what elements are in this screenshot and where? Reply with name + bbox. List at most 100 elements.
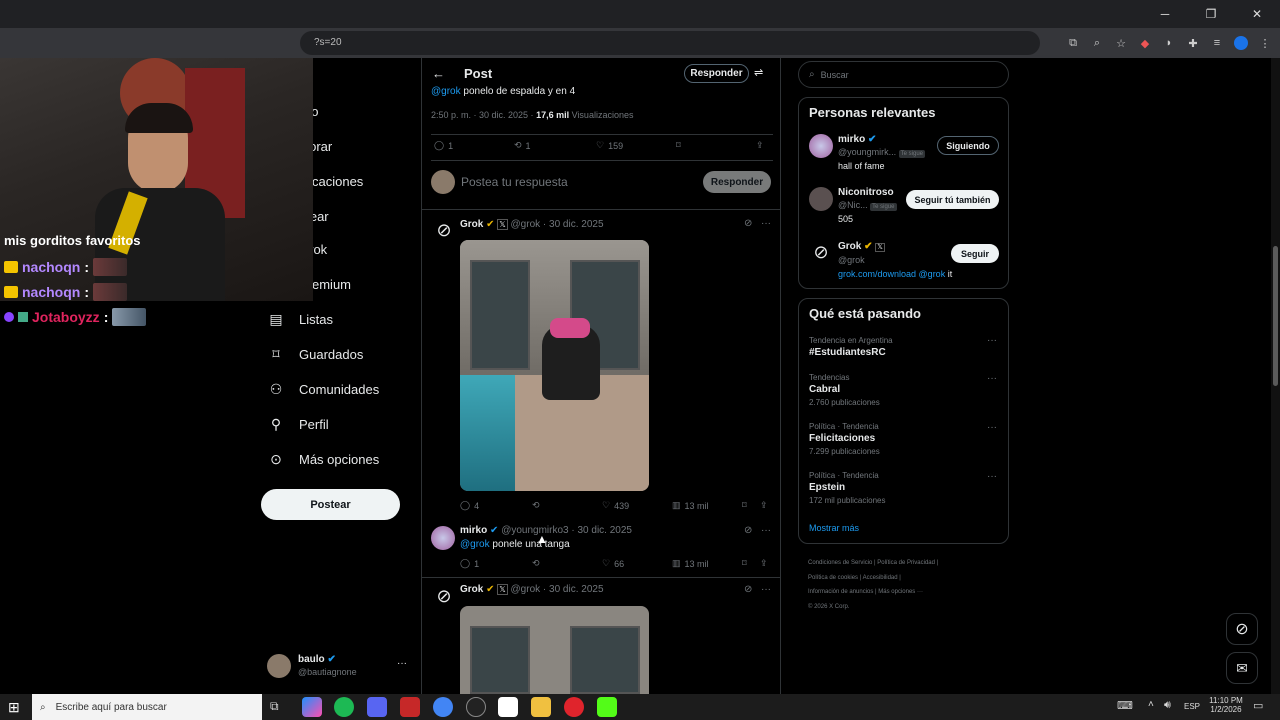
author-name[interactable]: mirko	[460, 525, 487, 536]
mirko-avatar[interactable]	[431, 526, 455, 550]
clock[interactable]: 11:10 PM 1/2/2026	[1206, 696, 1246, 714]
filter-icon[interactable]: ⇌	[754, 66, 763, 79]
back-button[interactable]: ←	[432, 66, 445, 81]
account-avatar[interactable]	[267, 654, 291, 678]
share-action[interactable]: ⇪	[756, 140, 764, 151]
task-view-icon[interactable]: ⧉	[270, 699, 279, 714]
trend-more-icon[interactable]: ···	[987, 471, 997, 482]
trend-name[interactable]: Felicitaciones	[809, 433, 875, 444]
nav-item-more[interactable]: ⊙ Más opciones	[267, 448, 379, 470]
like-action[interactable]: ♡ 159	[596, 140, 623, 151]
account-more-button[interactable]: ···	[397, 658, 407, 669]
nav-item-communities[interactable]: ⚇ Comunidades	[267, 378, 380, 400]
bookmark-action[interactable]: ⌑	[676, 140, 681, 151]
author-name[interactable]: Grok	[460, 584, 483, 595]
person-avatar[interactable]	[809, 187, 833, 211]
person-name[interactable]: mirko ✔	[838, 134, 876, 145]
share-action[interactable]: ⇪	[760, 500, 768, 511]
nav-item-lists[interactable]: ▤ Listas	[267, 308, 333, 330]
post-button[interactable]: Postear	[261, 489, 400, 520]
bookmark-action[interactable]: ⌑	[742, 500, 747, 511]
mention-link[interactable]: @grok	[431, 86, 461, 97]
trend-more-icon[interactable]: ···	[987, 373, 997, 384]
install-icon[interactable]: ⧉	[1064, 34, 1082, 52]
browser-menu-icon[interactable]: ⋮	[1256, 34, 1274, 52]
language-indicator[interactable]: ESP	[1184, 702, 1200, 711]
reply-action[interactable]: ◯ 1	[434, 140, 453, 151]
like-action[interactable]: ♡ 439	[602, 500, 629, 511]
profile-icon[interactable]	[1232, 34, 1250, 52]
extension-icon[interactable]: ◗	[1160, 34, 1178, 52]
share-action[interactable]: ⇪	[760, 558, 768, 569]
following-button[interactable]: Siguiendo	[937, 136, 999, 155]
more-icon[interactable]: ···	[761, 218, 771, 229]
grok-action-icon[interactable]: ⊘	[744, 218, 752, 229]
chrome-app-icon[interactable]	[433, 697, 453, 717]
trend-name[interactable]: Epstein	[809, 482, 845, 493]
grok-action-icon[interactable]: ⊘	[744, 584, 752, 595]
footer-line[interactable]: Política de cookies | Accesibilidad |	[808, 571, 938, 586]
follow-button[interactable]: Seguir	[951, 244, 999, 263]
more-icon[interactable]: ···	[761, 525, 771, 536]
spotify-app-icon[interactable]	[334, 697, 354, 717]
windows-start-icon[interactable]: ⊞	[8, 699, 24, 715]
minimize-button[interactable]: ─	[1142, 0, 1188, 28]
grok-avatar[interactable]: ⊘	[809, 242, 833, 266]
messages-float-button[interactable]: ✉	[1226, 652, 1258, 684]
views-action[interactable]: ▥ 13 mil	[672, 558, 709, 569]
nav-item-profile[interactable]: ⚲ Perfil	[267, 413, 329, 435]
mention-link[interactable]: @grok	[460, 539, 490, 550]
mention-link[interactable]: @grok	[916, 269, 946, 279]
copilot-app-icon[interactable]	[302, 697, 322, 717]
views-action[interactable]: ▥ 13 mil	[672, 500, 709, 511]
repost-action[interactable]: ⟲	[532, 558, 540, 569]
repost-action[interactable]: ⟲	[532, 500, 540, 511]
restore-button[interactable]: ❐	[1188, 0, 1234, 28]
url-field[interactable]: ?s=20	[300, 31, 1040, 55]
chat-user[interactable]: Jotaboyzz	[32, 309, 100, 325]
follow-back-button[interactable]: Seguir tú también	[906, 190, 999, 209]
obs-app-icon[interactable]	[466, 697, 486, 717]
post-image[interactable]	[460, 606, 649, 694]
scrollbar-thumb[interactable]	[1273, 246, 1278, 386]
grok-avatar[interactable]: ⊘	[433, 220, 455, 242]
repost-action[interactable]: ⟲ 1	[514, 140, 531, 151]
trend-name[interactable]: Cabral	[809, 384, 840, 395]
trend-name[interactable]: #EstudiantesRC	[809, 347, 886, 358]
trend-more-icon[interactable]: ···	[987, 422, 997, 433]
media-icon[interactable]: ≡	[1208, 34, 1226, 52]
person-name[interactable]: Niconitroso	[838, 187, 894, 198]
puzzle-icon[interactable]: ✚	[1184, 34, 1202, 52]
reply-action[interactable]: ◯ 4	[460, 500, 479, 511]
like-action[interactable]: ♡ 66	[602, 558, 624, 569]
opera-app-icon[interactable]	[564, 697, 584, 717]
grok-avatar[interactable]: ⊘	[433, 586, 455, 608]
keyboard-icon[interactable]: ⌨	[1117, 699, 1133, 712]
close-window-button[interactable]: ✕	[1234, 0, 1280, 28]
compose-reply-button[interactable]: Responder	[703, 171, 771, 193]
capcut-app-icon[interactable]	[498, 697, 518, 717]
footer-line[interactable]: Información de anuncios | Más opciones ·…	[808, 585, 938, 600]
notifications-icon[interactable]: ▭	[1253, 699, 1263, 712]
chat-user[interactable]: nachoqn	[22, 259, 80, 275]
person-avatar[interactable]	[809, 134, 833, 158]
show-more-link[interactable]: Mostrar más	[809, 523, 859, 533]
voicemeeter-app-icon[interactable]	[400, 697, 420, 717]
bio-link[interactable]: grok.com/download	[838, 269, 916, 279]
extension-fox-icon[interactable]: ◆	[1136, 34, 1154, 52]
kick-app-icon[interactable]	[597, 697, 617, 717]
search-input[interactable]: ⌕ Buscar	[798, 61, 1009, 88]
discord-app-icon[interactable]	[367, 697, 387, 717]
nav-item-bookmarks[interactable]: ⌑ Guardados	[267, 343, 363, 365]
chat-user[interactable]: nachoqn	[22, 284, 80, 300]
post-image[interactable]	[460, 240, 649, 491]
header-reply-button[interactable]: Responder	[684, 64, 749, 83]
zoom-icon[interactable]: ⌕	[1088, 34, 1106, 52]
trend-more-icon[interactable]: ···	[987, 335, 997, 346]
footer-line[interactable]: Condiciones de Servicio | Política de Pr…	[808, 556, 938, 571]
volume-icon[interactable]: 🔊︎	[1164, 699, 1171, 712]
account-name[interactable]: baulo ✔	[298, 654, 336, 665]
more-icon[interactable]: ···	[761, 584, 771, 595]
person-name[interactable]: Grok ✔ 𝕏	[838, 241, 885, 252]
chevron-up-icon[interactable]: ˄	[1148, 699, 1154, 710]
